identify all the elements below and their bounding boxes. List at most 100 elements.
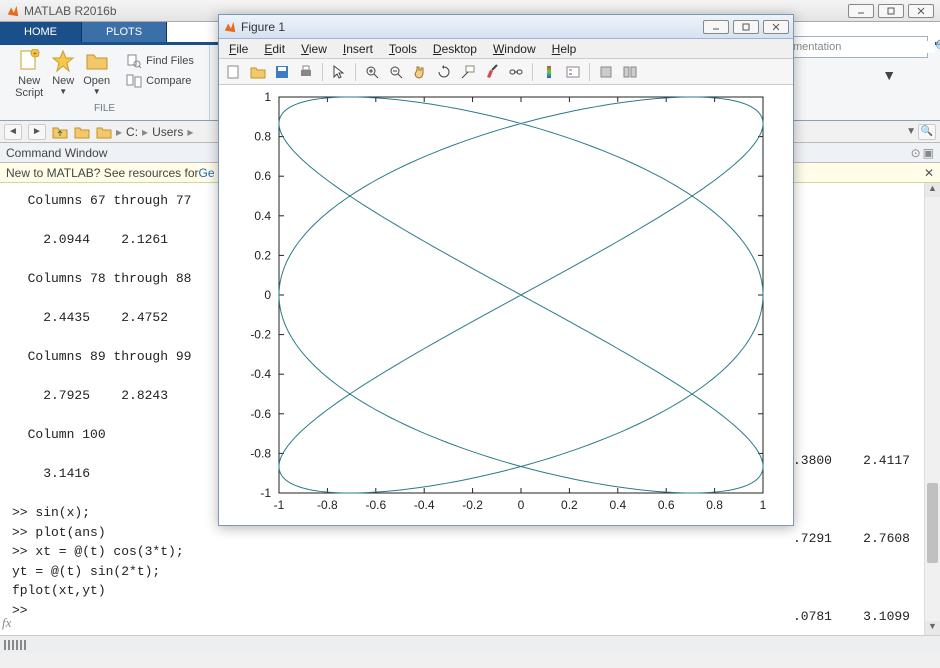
nav-back-button[interactable]: ◄ [4,124,22,140]
path-search-button[interactable]: 🔍 [918,124,936,140]
svg-text:0.2: 0.2 [561,498,578,512]
search-box[interactable]: 🔍 [788,36,928,58]
file-section-label: FILE [8,103,201,116]
scroll-down-arrow[interactable]: ▼ [925,621,940,635]
print-tool[interactable] [295,62,317,82]
search-icon[interactable]: 🔍 [935,39,940,55]
find-files-button[interactable]: Find Files [126,53,194,69]
folder-up-icon[interactable] [52,125,68,139]
link-tool[interactable] [505,62,527,82]
open-tool[interactable] [247,62,269,82]
matlab-icon [6,4,20,18]
status-grip [4,640,28,650]
figure-menubar[interactable]: FileEditViewInsertToolsDesktopWindowHelp [219,39,793,59]
svg-text:0: 0 [518,498,525,512]
new-script-icon: + [17,49,41,73]
figure-toolbar [219,59,793,85]
open-icon [85,49,109,73]
drive-icon [96,125,112,139]
breadcrumb[interactable]: ▸ C: ▸ Users ▸ [96,125,193,139]
pan-tool[interactable] [409,62,431,82]
pointer-tool[interactable] [328,62,350,82]
svg-text:-0.6: -0.6 [365,498,386,512]
new-icon [51,49,75,73]
fx-prompt-icon[interactable]: fx [2,615,11,631]
new-script-button[interactable]: + New Script [15,49,43,99]
scroll-thumb[interactable] [927,483,938,563]
figure-title: Figure 1 [241,20,285,34]
svg-text:0.6: 0.6 [254,169,271,183]
status-bar [0,635,940,653]
menu-file[interactable]: File [223,41,254,57]
svg-text:-0.4: -0.4 [414,498,435,512]
rotate-tool[interactable] [433,62,455,82]
svg-text:-0.6: -0.6 [250,407,271,421]
figure-titlebar[interactable]: Figure 1 [219,15,793,39]
legend-tool[interactable] [562,62,584,82]
getting-started-link[interactable]: Ge [199,166,215,180]
save-tool[interactable] [271,62,293,82]
tab-plots[interactable]: PLOTS [82,22,167,42]
open-button[interactable]: Open ▼ [83,49,110,99]
menu-tools[interactable]: Tools [383,41,423,57]
svg-text:0.8: 0.8 [254,130,271,144]
svg-text:-0.2: -0.2 [250,328,271,342]
cmdwin-dropdown-icon[interactable]: ⊙ [911,146,921,160]
figure-window[interactable]: Figure 1 FileEditViewInsertToolsDesktopW… [218,14,794,526]
main-maximize-button[interactable] [878,4,904,18]
svg-text:-1: -1 [274,498,285,512]
svg-text:0.8: 0.8 [706,498,723,512]
svg-text:1: 1 [264,90,271,104]
svg-text:-0.8: -0.8 [317,498,338,512]
colorbar-tool[interactable] [538,62,560,82]
svg-text:0.4: 0.4 [254,209,271,223]
lissajous-plot: -1 -0.8 -0.6 -0.4 -0.2 0 0.2 0.4 0.6 0.8 1 -1 -0.8 -0… [219,85,793,525]
svg-text:0: 0 [264,288,271,302]
brush-tool[interactable] [481,62,503,82]
vertical-scrollbar[interactable]: ▲ ▼ [924,183,940,635]
zoom-out-tool[interactable] [385,62,407,82]
svg-text:0.4: 0.4 [609,498,626,512]
new-button[interactable]: New ▼ [51,49,75,99]
folder-icon[interactable] [74,125,90,139]
chevron-down-icon: ▼ [882,67,896,83]
figure-axes[interactable]: -1 -0.8 -0.6 -0.4 -0.2 0 0.2 0.4 0.6 0.8 1 -1 -0.8 -0… [219,85,793,525]
nav-fwd-button[interactable]: ► [28,124,46,140]
figure-maximize-button[interactable] [733,20,759,34]
main-window-controls [848,4,934,18]
new-figure-tool[interactable] [223,62,245,82]
menu-window[interactable]: Window [487,41,542,57]
zoom-in-tool[interactable] [361,62,383,82]
menu-insert[interactable]: Insert [337,41,379,57]
banner-close-button[interactable]: ✕ [924,166,934,180]
figure-icon [223,20,237,34]
main-close-button[interactable] [908,4,934,18]
figure-minimize-button[interactable] [703,20,729,34]
app-title: MATLAB R2016b [24,4,117,18]
svg-text:+: + [33,49,38,58]
svg-text:-0.8: -0.8 [250,446,271,460]
svg-text:0.6: 0.6 [658,498,675,512]
figure-close-button[interactable] [763,20,789,34]
svg-text:-0.4: -0.4 [250,367,271,381]
command-text-overflow: .3800 2.4117 .7291 2.7608 .0781 3.1099 [793,451,910,627]
menu-edit[interactable]: Edit [258,41,291,57]
svg-text:0.2: 0.2 [254,248,271,262]
datacursor-tool[interactable] [457,62,479,82]
scroll-up-arrow[interactable]: ▲ [925,183,940,197]
tab-home[interactable]: HOME [0,22,82,42]
svg-text:1: 1 [760,498,767,512]
svg-text:-0.2: -0.2 [462,498,483,512]
menu-help[interactable]: Help [546,41,583,57]
compare-icon [126,73,142,89]
cmdwin-undock-icon[interactable]: ▣ [923,146,934,160]
menu-desktop[interactable]: Desktop [427,41,483,57]
compare-button[interactable]: Compare [126,73,194,89]
show-plot-tools-tool[interactable] [619,62,641,82]
find-files-icon [126,53,142,69]
hide-plot-tools-tool[interactable] [595,62,617,82]
svg-text:-1: -1 [260,486,271,500]
main-minimize-button[interactable] [848,4,874,18]
search-input[interactable] [793,41,935,53]
menu-view[interactable]: View [295,41,333,57]
